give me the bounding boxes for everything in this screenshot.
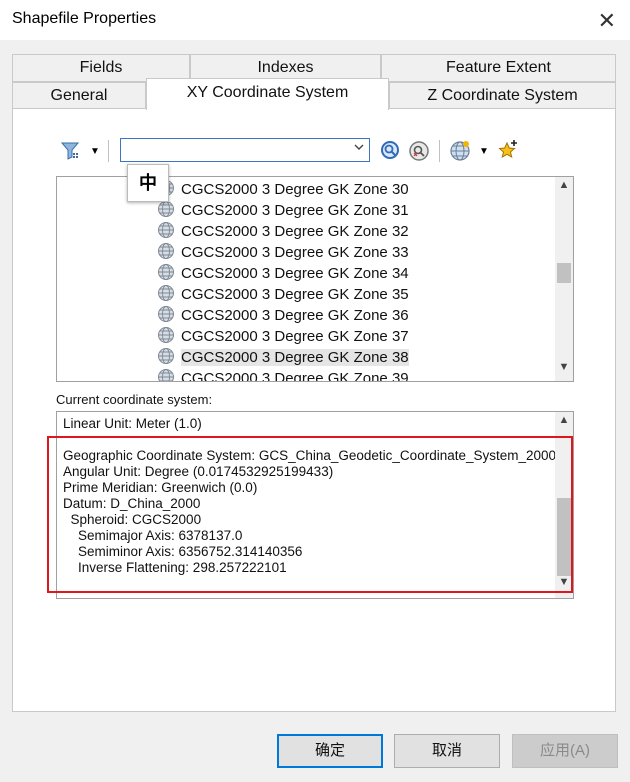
tab-z-coordinate-system[interactable]: Z Coordinate System — [389, 82, 616, 109]
cs-line: Semimajor Axis: 6378137.0 — [63, 528, 243, 543]
cs-line: Spheroid: CGCS2000 — [63, 512, 202, 527]
window-title: Shapefile Properties — [12, 10, 157, 27]
globe-icon — [157, 368, 175, 381]
globe-icon[interactable] — [448, 139, 472, 168]
toolbar-divider — [108, 140, 109, 162]
cs-line: Angular Unit: Degree (0.0174532925199433… — [63, 464, 334, 479]
close-button[interactable]: ✕ — [598, 8, 616, 34]
tab-xy-coordinate-system[interactable]: XY Coordinate System — [146, 78, 389, 110]
list-item[interactable]: CGCS2000 3 Degree GK Zone 34 — [157, 263, 409, 284]
list-scrollbar[interactable]: ▲ ▼ — [555, 177, 573, 381]
chevron-down-icon[interactable] — [353, 141, 365, 156]
ok-button[interactable]: 确定 — [277, 734, 383, 768]
scroll-up-icon[interactable]: ▲ — [555, 179, 573, 197]
globe-icon — [157, 200, 175, 222]
search-combo[interactable] — [120, 138, 370, 162]
cs-line: Datum: D_China_2000 — [63, 496, 201, 511]
clear-search-icon[interactable] — [408, 140, 430, 167]
add-favorite-star-icon[interactable] — [496, 138, 520, 167]
list-item[interactable]: CGCS2000 3 Degree GK Zone 35 — [157, 284, 409, 305]
filter-icon[interactable] — [60, 140, 82, 167]
scroll-down-icon[interactable]: ▼ — [555, 576, 573, 594]
ime-indicator: 中 — [127, 164, 169, 202]
list-item[interactable]: CGCS2000 3 Degree GK Zone 36 — [157, 305, 409, 326]
search-icon[interactable] — [380, 140, 402, 167]
title-bar: Shapefile Properties ✕ — [0, 0, 630, 40]
cs-scrollbar[interactable]: ▲ ▼ — [555, 412, 573, 598]
globe-icon — [157, 284, 175, 306]
tab-general[interactable]: General — [12, 82, 146, 109]
globe-icon — [157, 347, 175, 369]
scroll-thumb[interactable] — [557, 263, 571, 283]
globe-dropdown-arrow-icon[interactable]: ▼ — [479, 146, 489, 157]
search-input[interactable] — [123, 140, 347, 162]
list-item[interactable]: CGCS2000 3 Degree GK Zone 37 — [157, 326, 409, 347]
cs-line: Prime Meridian: Greenwich (0.0) — [63, 480, 258, 495]
scroll-up-icon[interactable]: ▲ — [555, 414, 573, 432]
globe-icon — [157, 242, 175, 264]
cancel-button[interactable]: 取消 — [394, 734, 500, 768]
globe-icon — [157, 305, 175, 327]
current-cs-textbox[interactable]: Linear Unit: Meter (1.0) Geographic Coor… — [56, 411, 574, 599]
dropdown-arrow-icon[interactable]: ▼ — [90, 146, 100, 157]
cs-line: Geographic Coordinate System: GCS_China_… — [63, 448, 557, 463]
list-item-selected[interactable]: CGCS2000 3 Degree GK Zone 38 — [157, 347, 409, 368]
scroll-thumb[interactable] — [557, 498, 571, 576]
apply-button[interactable]: 应用(A) — [512, 734, 618, 768]
coordinate-system-list[interactable]: CGCS2000 3 Degree GK Zone 30 CGCS2000 3 … — [56, 176, 574, 382]
scroll-down-icon[interactable]: ▼ — [555, 361, 573, 379]
current-cs-label: Current coordinate system: — [56, 392, 213, 407]
list-item[interactable]: CGCS2000 3 Degree GK Zone 31 — [157, 200, 409, 221]
list-item[interactable]: CGCS2000 3 Degree GK Zone 39 — [157, 368, 409, 381]
tab-feature-extent[interactable]: Feature Extent — [381, 54, 616, 82]
globe-icon — [157, 221, 175, 243]
list-item[interactable]: CGCS2000 3 Degree GK Zone 33 — [157, 242, 409, 263]
list-item[interactable]: CGCS2000 3 Degree GK Zone 32 — [157, 221, 409, 242]
globe-icon — [157, 326, 175, 348]
globe-icon — [157, 263, 175, 285]
list-item[interactable]: CGCS2000 3 Degree GK Zone 30 — [157, 179, 409, 200]
cs-line: Semiminor Axis: 6356752.314140356 — [63, 544, 303, 559]
cs-line: Linear Unit: Meter (1.0) — [63, 416, 202, 431]
toolbar-divider-2 — [439, 140, 440, 162]
cs-line: Inverse Flattening: 298.257222101 — [63, 560, 287, 575]
